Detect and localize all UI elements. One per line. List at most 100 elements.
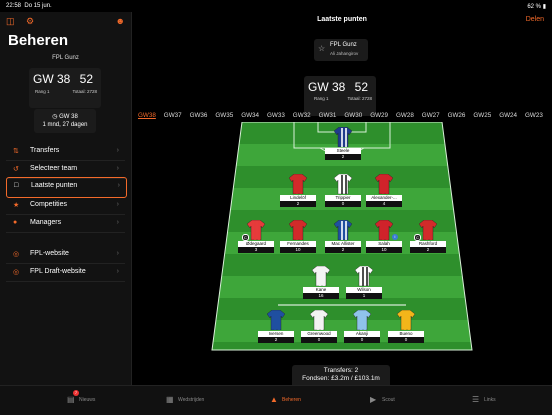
sidebar-toolbar: ◫ ⚙ ☻ <box>6 16 125 28</box>
shirt-icon <box>247 220 265 240</box>
sidebar-toggle-icon[interactable]: ◫ <box>6 16 15 27</box>
player-points: 4 <box>366 201 402 207</box>
gw-tab-gw36[interactable]: GW36 <box>190 112 208 119</box>
gw-tab-gw34[interactable]: GW34 <box>241 112 259 119</box>
player-card[interactable]: C Ødegaard 3 <box>238 220 274 260</box>
menu-item-laatste-punten[interactable]: □ Laatste punten › <box>6 177 127 198</box>
player-card[interactable]: Akanji 0 <box>344 310 380 350</box>
gameweek-points: 52 <box>79 72 93 86</box>
main-panel: Laatste punten Delen ☆ FPL Gunz Ali Jaha… <box>132 12 552 385</box>
player-card[interactable]: Fernandes 10 <box>280 220 316 260</box>
rank-label: Rang 1 <box>35 89 50 94</box>
gameweek-label: GW 38 <box>33 72 71 86</box>
menu-item-managers[interactable]: ● Managers › <box>6 215 125 233</box>
gameweek-label: GW 38 <box>308 80 346 94</box>
player-card[interactable]: Iversen 2 <box>258 310 294 350</box>
shirt-icon <box>419 220 437 240</box>
player-card[interactable]: Kane 16 <box>303 266 339 306</box>
menu-item-competities[interactable]: ★ Competities › <box>6 197 125 215</box>
gw-tab-gw32[interactable]: GW32 <box>293 112 311 119</box>
team-card[interactable]: ☆ FPL Gunz Ali Jahangirov <box>314 39 368 61</box>
gw-tab-gw35[interactable]: GW35 <box>215 112 233 119</box>
player-card[interactable]: Alexander-... 4 <box>366 174 402 214</box>
shirt-icon <box>310 310 328 330</box>
shirt-icon <box>312 266 330 286</box>
star-icon[interactable]: ☆ <box>318 44 325 53</box>
shirt-icon <box>267 310 285 330</box>
gw-tab-gw26[interactable]: GW26 <box>448 112 466 119</box>
gw-tab-gw33[interactable]: GW33 <box>267 112 285 119</box>
player-points: 2 <box>258 337 294 343</box>
rank-label: Rang 1 <box>314 96 329 101</box>
swap-icon: ↺ <box>13 166 19 173</box>
player-card[interactable]: Greenwood 0 <box>301 310 337 350</box>
player-card[interactable]: Steele 2 <box>325 127 361 167</box>
deadline-card: ◷ GW 38 1 mnd, 27 dagen <box>34 109 96 133</box>
player-points: 2 <box>325 154 361 160</box>
player-card[interactable]: Lindelöf 2 <box>280 174 316 214</box>
captain-badge: C <box>414 234 421 241</box>
main-title: Laatste punten <box>317 16 367 23</box>
player-points: 2 <box>280 201 316 207</box>
calendar-icon: ▦ <box>166 395 174 404</box>
player-points: 10 <box>366 247 402 253</box>
player-card[interactable]: i Salah 10 <box>366 220 402 260</box>
player-card[interactable]: Mac Allister 2 <box>325 220 361 260</box>
total-points: Totaal: 2728 <box>72 89 97 94</box>
deadline-gameweek: ◷ GW 38 <box>52 114 78 120</box>
gw-tab-gw25[interactable]: GW25 <box>473 112 491 119</box>
menu-item-transfers[interactable]: ⇅ Transfers › <box>6 143 125 161</box>
shirt-icon <box>334 174 352 194</box>
shirt-icon <box>334 127 352 147</box>
gw-tab-gw37[interactable]: GW37 <box>164 112 182 119</box>
player-card[interactable]: Wilson 1 <box>346 266 382 306</box>
gw-tab-gw27[interactable]: GW27 <box>422 112 440 119</box>
status-time: 22:58 Do 15 jun. <box>6 3 52 9</box>
share-button[interactable]: Delen <box>526 16 544 23</box>
shirt-icon <box>355 266 373 286</box>
news-icon: ▤ <box>67 395 75 404</box>
chevron-right-icon: › <box>116 219 119 226</box>
player-points: 0 <box>325 201 361 207</box>
links-icon: ☰ <box>472 395 480 404</box>
info-badge: i <box>392 234 398 240</box>
player-points: 3 <box>238 247 274 253</box>
player-points: 1 <box>346 293 382 299</box>
menu-item-fpl-website[interactable]: ◎ FPL-website › <box>6 246 125 264</box>
globe-icon: ◎ <box>13 269 20 276</box>
shirt-icon: □ <box>14 182 19 189</box>
chevron-right-icon: › <box>116 147 119 154</box>
transfers-summary: Transfers: 2 Fondsen: £3.2m / £103.1m <box>292 365 390 385</box>
player-card[interactable]: Trippier 0 <box>325 174 361 214</box>
globe-icon: ◎ <box>13 251 20 258</box>
captain-badge: C <box>242 234 249 241</box>
funds-label: Fondsen: £3.2m / £103.1m <box>302 375 380 382</box>
chevron-right-icon: › <box>117 182 120 189</box>
clock-icon: ◷ <box>52 114 58 120</box>
team-name: FPL Gunz <box>52 55 79 61</box>
gw-tab-gw24[interactable]: GW24 <box>499 112 517 119</box>
gw-tab-gw38[interactable]: GW38 <box>138 112 156 119</box>
total-points: Totaal: 2728 <box>347 96 372 101</box>
page-title: Beheren <box>8 32 69 49</box>
gw-tab-gw30[interactable]: GW30 <box>344 112 362 119</box>
player-points: 0 <box>388 337 424 343</box>
gw-tab-gw28[interactable]: GW28 <box>396 112 414 119</box>
trophy-icon: ★ <box>13 202 20 209</box>
profile-icon[interactable]: ☻ <box>116 16 125 26</box>
gw-tab-gw29[interactable]: GW29 <box>370 112 388 119</box>
player-points: 0 <box>301 337 337 343</box>
player-card[interactable]: Bueno 0 <box>388 310 424 350</box>
shirt-icon <box>375 174 393 194</box>
settings-icon[interactable]: ⚙ <box>26 16 34 27</box>
pitch-stripe <box>212 342 472 350</box>
pitch-stripe <box>212 298 472 320</box>
gameweek-points: 52 <box>354 80 368 94</box>
chevron-right-icon: › <box>116 250 119 257</box>
player-card[interactable]: C Rashford 2 <box>410 220 446 260</box>
gw-tab-gw23[interactable]: GW23 <box>525 112 543 119</box>
menu-item-fpl-draft-website[interactable]: ◎ FPL Draft-website › <box>6 264 125 282</box>
manager-name: Ali Jahangirov <box>330 51 359 56</box>
gw-tab-gw31[interactable]: GW31 <box>319 112 337 119</box>
player-points: 2 <box>325 247 361 253</box>
